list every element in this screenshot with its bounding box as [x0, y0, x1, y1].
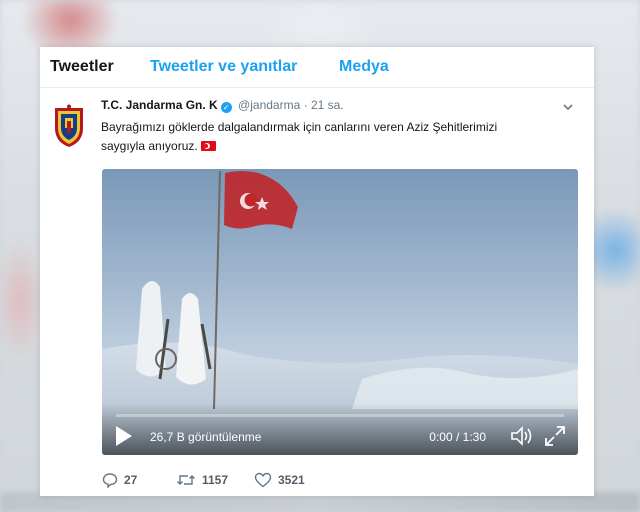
tweet-text: Bayrağımızı göklerde dalgalandırmak için…	[101, 120, 498, 153]
video-controls: 26,7 B görüntülenme 0:00 / 1:30	[102, 403, 578, 455]
separator: ·	[303, 98, 308, 112]
tab-tweets[interactable]: Tweetler	[50, 58, 114, 76]
reply-count: 27	[124, 473, 138, 487]
video-player[interactable]: 26,7 B görüntülenme 0:00 / 1:30	[102, 169, 578, 455]
video-progress-bar[interactable]	[116, 414, 564, 417]
author-handle[interactable]: @jandarma	[238, 98, 300, 112]
gendarmerie-emblem-icon[interactable]	[52, 104, 86, 148]
turkish-flag-emoji	[200, 141, 216, 151]
tab-tweets-and-replies[interactable]: Tweetler ve yanıtlar	[150, 58, 297, 76]
volume-icon[interactable]	[510, 425, 534, 447]
like-count: 3521	[278, 473, 305, 487]
retweet-count: 1157	[202, 473, 229, 487]
video-time: 0:00 / 1:30	[429, 430, 486, 444]
reply-icon	[102, 473, 118, 488]
tweet-actions: 27 1157 3521	[102, 470, 402, 490]
chevron-down-icon[interactable]	[562, 101, 574, 113]
fullscreen-icon[interactable]	[544, 425, 566, 447]
verified-badge-icon: ✓	[220, 102, 232, 113]
retweet-button[interactable]: 1157	[176, 470, 228, 490]
heart-icon	[254, 472, 272, 488]
tweet-text-container: Bayrağımızı göklerde dalgalandırmak için…	[101, 118, 541, 156]
profile-tabs: Tweetler Tweetler ve yanıtlar Medya	[40, 47, 594, 88]
like-button[interactable]: 3521	[254, 470, 305, 490]
tab-media[interactable]: Medya	[339, 58, 389, 76]
tweet-header: T.C. Jandarma Gn. K ✓ @jandarma · 21 sa.	[101, 98, 586, 116]
retweet-icon	[177, 475, 195, 485]
author-name[interactable]: T.C. Jandarma Gn. K	[101, 98, 218, 112]
play-icon[interactable]	[116, 426, 132, 446]
profile-timeline-card: Tweetler Tweetler ve yanıtlar Medya T.C.…	[40, 47, 594, 496]
video-view-count: 26,7 B görüntülenme	[150, 430, 262, 444]
reply-button[interactable]: 27	[102, 470, 137, 490]
tweet-timestamp[interactable]: 21 sa.	[311, 98, 344, 112]
